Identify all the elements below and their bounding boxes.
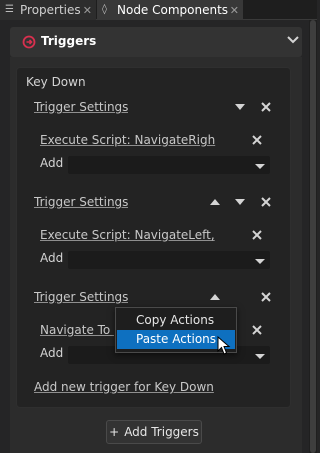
- vertical-scrollbar[interactable]: [309, 20, 317, 453]
- mouse-cursor-icon: [217, 335, 231, 356]
- move-up-icon[interactable]: [209, 196, 221, 208]
- tab-properties[interactable]: ☰ Properties ✕: [0, 0, 96, 20]
- trigger-icon: [22, 35, 36, 49]
- tab-bar: ☰ Properties ✕ ◊ Node Components ✕: [0, 0, 317, 20]
- list-icon: ☰: [5, 4, 14, 15]
- add-new-trigger-link[interactable]: Add new trigger for Key Down: [34, 380, 214, 394]
- chevron-down-icon[interactable]: [286, 33, 300, 47]
- chevron-down-icon: [254, 161, 266, 173]
- close-icon[interactable]: ✕: [83, 4, 92, 17]
- scrollbar-thumb[interactable]: [310, 20, 316, 453]
- add-action-dropdown[interactable]: [68, 251, 270, 269]
- add-action-label: Add: [40, 251, 64, 265]
- close-icon[interactable]: [251, 324, 263, 336]
- action-link[interactable]: Navigate To Pa: [40, 323, 114, 337]
- node-icon: ◊: [102, 4, 107, 15]
- chevron-down-icon: [254, 256, 266, 268]
- add-action-label: Add: [40, 346, 64, 360]
- add-action-label: Add: [40, 156, 64, 170]
- plus-icon: +: [109, 425, 120, 439]
- close-icon[interactable]: [260, 291, 272, 303]
- add-triggers-label: Add Triggers: [124, 425, 199, 439]
- move-down-icon[interactable]: [234, 101, 246, 113]
- action-link[interactable]: Execute Script: NavigateLeft,: [40, 228, 240, 242]
- triggers-header[interactable]: Triggers: [10, 27, 302, 57]
- menu-item-copy-actions[interactable]: Copy Actions: [117, 311, 235, 330]
- close-icon[interactable]: [260, 196, 272, 208]
- close-icon[interactable]: ✕: [230, 4, 239, 17]
- tab-node-components-label: Node Components: [117, 3, 229, 17]
- close-icon[interactable]: [260, 101, 272, 113]
- tab-properties-label: Properties: [20, 3, 81, 17]
- add-triggers-button[interactable]: + Add Triggers: [106, 420, 202, 444]
- chevron-down-icon: [254, 351, 266, 363]
- section-title: Key Down: [26, 75, 86, 89]
- trigger-settings-link[interactable]: Trigger Settings: [34, 195, 128, 209]
- close-icon[interactable]: [251, 134, 263, 146]
- tab-node-components[interactable]: ◊ Node Components ✕: [97, 0, 243, 20]
- action-link[interactable]: Execute Script: NavigateRigh: [40, 133, 240, 147]
- close-icon[interactable]: [251, 229, 263, 241]
- add-action-dropdown[interactable]: [68, 156, 270, 174]
- panel-title: Triggers: [41, 34, 97, 48]
- move-up-icon[interactable]: [209, 291, 221, 303]
- trigger-settings-link[interactable]: Trigger Settings: [34, 100, 128, 114]
- trigger-settings-link[interactable]: Trigger Settings: [34, 290, 128, 304]
- move-down-icon[interactable]: [234, 196, 246, 208]
